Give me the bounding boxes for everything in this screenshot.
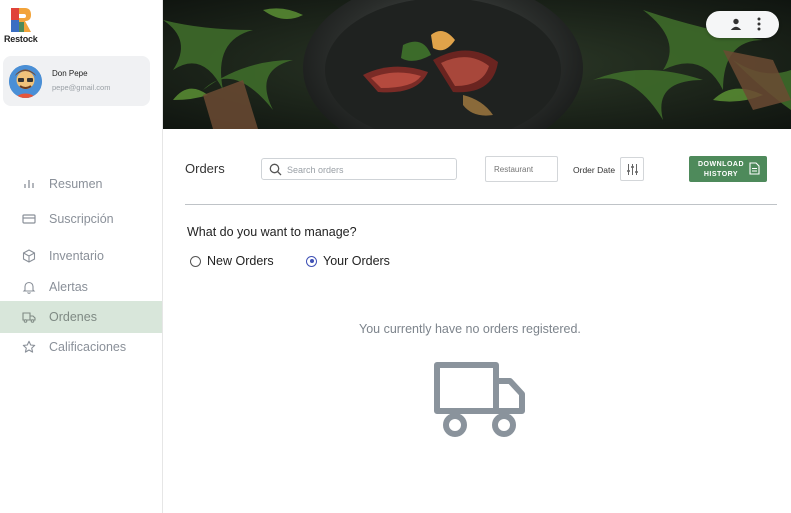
sidebar-item-alertas[interactable]: Alertas (0, 271, 162, 303)
avatar (9, 65, 42, 98)
radio-label: New Orders (207, 254, 274, 268)
star-icon (22, 340, 36, 353)
download-history-button[interactable]: DOWNLOAD HISTORY (689, 156, 767, 182)
sidebar-item-label: Suscripción (49, 212, 114, 226)
sidebar-item-label: Ordenes (49, 310, 97, 324)
radio-new-orders[interactable]: New Orders (190, 254, 274, 268)
order-date-filter-button[interactable] (620, 157, 644, 181)
credit-card-icon (22, 214, 36, 224)
sidebar-item-label: Inventario (49, 249, 104, 263)
bell-icon (22, 281, 36, 294)
logo-icon (11, 8, 31, 32)
user-menu-pill[interactable] (706, 11, 779, 38)
order-date-label: Order Date (573, 165, 616, 175)
radio-label: Your Orders (323, 254, 390, 268)
sidebar: Restock Don Pepe pepe@gmail.com Resumen … (0, 0, 163, 513)
section-divider (185, 204, 777, 205)
profile-name: Don Pepe (52, 69, 88, 78)
truck-icon (22, 312, 36, 323)
bar-chart-icon (24, 180, 34, 188)
sidebar-item-label: Calificaciones (49, 340, 127, 354)
sidebar-item-label: Resumen (49, 177, 103, 191)
search-icon (269, 163, 282, 176)
profile-email: pepe@gmail.com (52, 83, 111, 92)
sidebar-item-label: Alertas (49, 280, 88, 294)
truck-icon (434, 362, 525, 437)
search-box[interactable] (261, 158, 457, 180)
search-input[interactable] (287, 162, 452, 177)
header-banner-image (163, 0, 791, 129)
radio-circle[interactable] (190, 255, 201, 267)
sidebar-item-suscripcion[interactable]: Suscripción (0, 203, 162, 235)
sidebar-item-ordenes[interactable]: Ordenes (0, 301, 162, 333)
restaurant-filter-input[interactable] (485, 156, 558, 182)
box-icon (22, 249, 36, 263)
profile-card[interactable]: Don Pepe pepe@gmail.com (3, 56, 150, 106)
sliders-icon (627, 164, 638, 175)
sidebar-item-calificaciones[interactable]: Calificaciones (0, 331, 162, 363)
user-icon[interactable] (730, 18, 742, 30)
document-icon (749, 162, 760, 175)
radio-your-orders[interactable]: Your Orders (306, 254, 390, 268)
manage-question: What do you want to manage? (187, 225, 357, 239)
sidebar-item-resumen[interactable]: Resumen (0, 168, 162, 200)
restock-logo[interactable]: Restock (4, 6, 44, 44)
more-vertical-icon[interactable] (757, 17, 761, 31)
sidebar-item-inventario[interactable]: Inventario (0, 240, 162, 272)
page-title: Orders (185, 161, 225, 176)
download-history-label: DOWNLOAD HISTORY (698, 161, 744, 178)
brand-name: Restock (4, 34, 38, 44)
empty-state-message: You currently have no orders registered. (359, 322, 581, 336)
radio-circle[interactable] (306, 255, 317, 267)
